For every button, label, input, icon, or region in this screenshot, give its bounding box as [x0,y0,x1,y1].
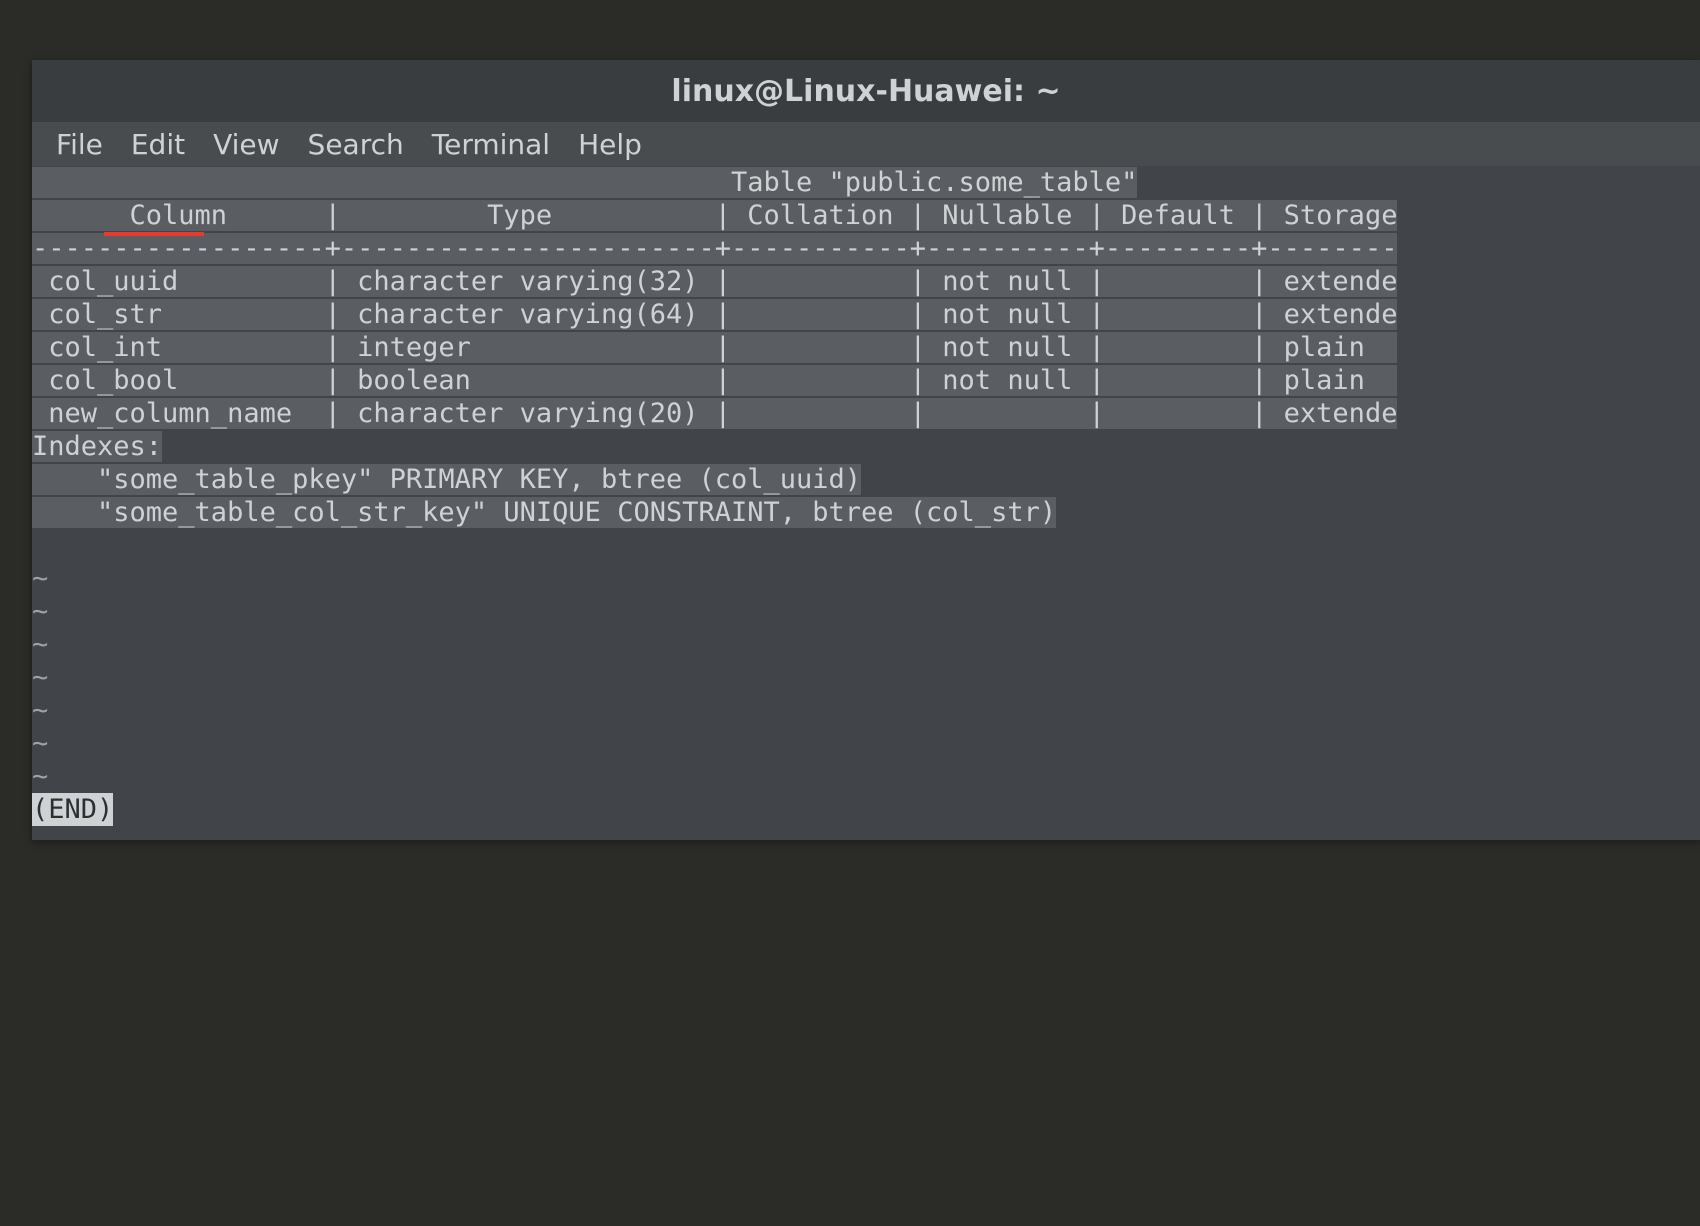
titlebar: linux@Linux-Huawei: ~ [32,60,1700,122]
index-line: "some_table_col_str_key" UNIQUE CONSTRAI… [32,497,1056,528]
terminal-content[interactable]: Table "public.some_table" Column | Type … [32,166,1700,840]
indexes-label: Indexes: [32,431,162,462]
menu-terminal[interactable]: Terminal [418,128,564,161]
table-separator: ------------------+---------------------… [32,233,1397,264]
menu-help[interactable]: Help [564,128,656,161]
menu-file[interactable]: File [42,128,117,161]
annotation-underline [104,232,204,236]
psql-output: Table "public.some_table" Column | Type … [32,167,1397,528]
terminal-window: linux@Linux-Huawei: ~ File Edit View Sea… [32,60,1700,840]
menu-edit[interactable]: Edit [117,128,199,161]
index-line: "some_table_pkey" PRIMARY KEY, btree (co… [32,464,861,495]
menu-view[interactable]: View [199,128,293,161]
pager-tilde: ~ [32,596,48,627]
table-row: new_column_name | character varying(20) … [32,398,1397,429]
table-header: Column | Type | Collation | Nullable | D… [32,200,1397,231]
pager-tilde: ~ [32,695,48,726]
menu-search[interactable]: Search [294,128,418,161]
menubar: File Edit View Search Terminal Help [32,122,1700,166]
window-title: linux@Linux-Huawei: ~ [671,74,1060,109]
pager-tilde: ~ [32,761,48,792]
pager-tilde: ~ [32,662,48,693]
table-title: Table "public.some_table" [32,167,1137,198]
table-row: col_uuid | character varying(32) | | not… [32,266,1397,297]
table-row: col_str | character varying(64) | | not … [32,299,1397,330]
pager-tilde: ~ [32,563,48,594]
table-row: col_bool | boolean | | not null | | plai… [32,365,1397,396]
pager-tilde: ~ [32,728,48,759]
pager-end: (END) [32,793,113,826]
table-row: col_int | integer | | not null | | plain [32,332,1397,363]
pager-tilde: ~ [32,629,48,660]
